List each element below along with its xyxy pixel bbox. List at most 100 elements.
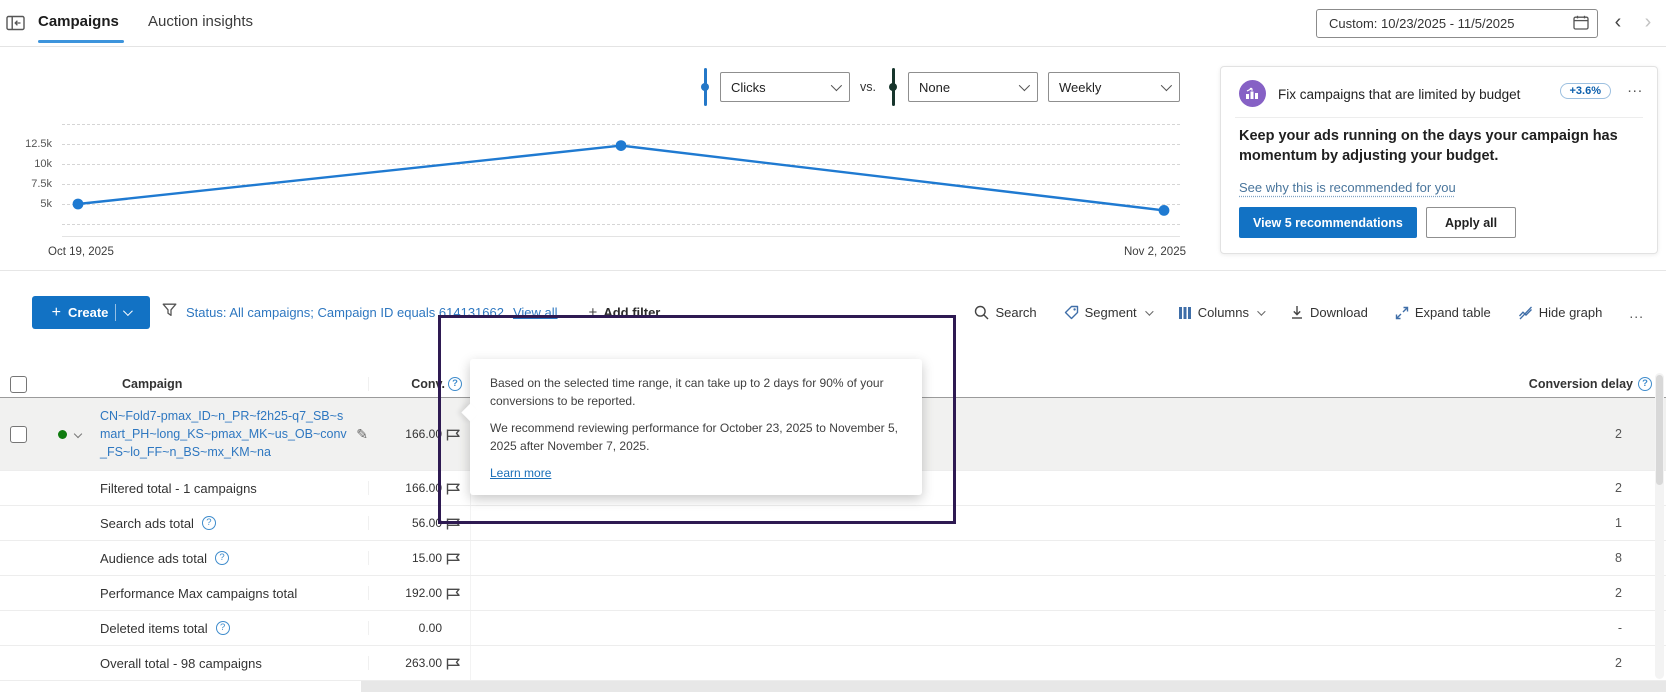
data-point[interactable] (1159, 205, 1170, 216)
tooltip-paragraph-1: Based on the selected time range, it can… (490, 374, 902, 410)
recommendation-title: Fix campaigns that are limited by budget (1278, 87, 1520, 102)
row-label: Overall total - 98 campaigns (100, 656, 262, 671)
hide-graph-button[interactable]: Hide graph (1518, 305, 1603, 320)
data-point[interactable] (616, 140, 627, 151)
status-chevron-icon[interactable] (74, 430, 82, 438)
granularity-select[interactable]: Weekly (1048, 72, 1180, 102)
x-axis-label-end: Nov 2, 2025 (1124, 246, 1186, 258)
columns-icon (1178, 306, 1192, 320)
tab-campaigns[interactable]: Campaigns (38, 13, 119, 30)
conv-value: 15.00 (412, 551, 442, 565)
conv-value: 166.00 (405, 427, 442, 441)
row-checkbox[interactable] (10, 426, 27, 443)
next-period-icon[interactable] (1638, 8, 1658, 37)
download-icon (1290, 305, 1304, 320)
row-label: Audience ads total (100, 551, 207, 566)
x-axis-label-start: Oct 19, 2025 (48, 246, 114, 258)
chevron-down-icon[interactable] (123, 306, 133, 316)
conversion-delay-help-icon[interactable] (1638, 377, 1652, 391)
column-header-conversion-delay[interactable]: Conversion delay (1529, 377, 1633, 391)
active-tab-underline (38, 40, 124, 43)
campaign-name-link[interactable]: CN~Fold7-pmax_ID~n_PR~f2h25-q7_SB~smart_… (100, 407, 348, 461)
search-label: Search (995, 305, 1036, 320)
vertical-scrollbar[interactable] (1655, 373, 1664, 679)
conv-value: 0.00 (419, 621, 442, 635)
why-recommended-link[interactable]: See why this is recommended for you (1239, 180, 1456, 195)
columns-button[interactable]: Columns (1178, 305, 1263, 320)
conversion-delay-flag-icon[interactable] (445, 587, 462, 600)
select-all-checkbox[interactable] (10, 376, 27, 393)
vs-label: vs. (860, 80, 876, 94)
uplift-badge[interactable]: +3.6% (1560, 83, 1612, 99)
conversion-delay-flag-icon[interactable] (445, 517, 462, 530)
calendar-icon (1573, 15, 1589, 33)
segment-label: Segment (1085, 305, 1137, 320)
columns-label: Columns (1198, 305, 1249, 320)
primary-metric-select[interactable]: Clicks (720, 72, 850, 102)
conversion-delay-value: 2 (1615, 656, 1622, 670)
expand-table-label: Expand table (1415, 305, 1491, 320)
conversion-delay-value: - (1618, 621, 1622, 635)
column-header-campaign[interactable]: Campaign (122, 377, 182, 391)
conv-value: 263.00 (405, 656, 442, 670)
apply-all-button[interactable]: Apply all (1426, 207, 1516, 238)
view-recommendations-button[interactable]: View 5 recommendations (1239, 207, 1417, 238)
date-range-picker[interactable]: Custom: 10/23/2025 - 11/5/2025 (1316, 9, 1598, 38)
conversion-delay-flag-icon[interactable] (445, 428, 462, 441)
help-icon[interactable] (215, 551, 229, 565)
row-label: Search ads total (100, 516, 194, 531)
help-icon[interactable] (202, 516, 216, 530)
download-button[interactable]: Download (1290, 305, 1368, 320)
recommendation-card: Fix campaigns that are limited by budget… (1220, 66, 1658, 254)
edit-pencil-icon[interactable]: ✎ (356, 426, 368, 443)
primary-metric-value: Clicks (731, 80, 766, 95)
scrollbar-thumb[interactable] (1656, 375, 1663, 485)
conversion-delay-flag-icon[interactable] (445, 482, 462, 495)
chevron-down-icon (831, 80, 842, 91)
create-label: Create (68, 305, 108, 320)
plus-icon (52, 304, 61, 322)
toolbar-more-icon[interactable]: ... (1629, 305, 1644, 321)
segment-icon (1064, 305, 1079, 320)
plus-icon (589, 304, 598, 321)
conversion-delay-value: 1 (1615, 516, 1622, 530)
add-filter-button[interactable]: Add filter (589, 304, 661, 321)
table-row-performance-max-total: Performance Max campaigns total 192.00 2 (0, 576, 1666, 611)
column-header-conv[interactable]: Conv. (411, 377, 445, 391)
help-icon[interactable] (216, 621, 230, 635)
table-row-overall-total: Overall total - 98 campaigns 263.00 2 (0, 646, 1666, 681)
search-button[interactable]: Search (974, 305, 1036, 320)
y-axis-tick-label: 10k (34, 158, 52, 170)
collapse-panel-icon[interactable] (6, 15, 26, 31)
active-filter-summary[interactable]: Status: All campaigns; Campaign ID equal… (186, 305, 504, 320)
conversion-delay-flag-icon[interactable] (445, 552, 462, 565)
secondary-metric-select[interactable]: None (908, 72, 1038, 102)
conv-help-icon[interactable] (448, 377, 462, 391)
create-button[interactable]: Create (32, 296, 150, 329)
conv-value: 192.00 (405, 586, 442, 600)
conversion-delay-flag-icon[interactable] (445, 657, 462, 670)
previous-period-icon[interactable] (1608, 8, 1628, 37)
view-all-link[interactable]: View all (513, 305, 558, 320)
horizontal-scrollbar[interactable] (361, 681, 1666, 692)
tab-auction-insights[interactable]: Auction insights (148, 13, 253, 30)
hide-graph-label: Hide graph (1539, 305, 1603, 320)
top-bar: Campaigns Auction insights Custom: 10/23… (0, 0, 1666, 47)
learn-more-link[interactable]: Learn more (490, 466, 551, 480)
data-point[interactable] (73, 199, 84, 210)
primary-metric-marker-icon (700, 68, 710, 106)
filter-bar: Status: All campaigns; Campaign ID equal… (162, 296, 660, 329)
section-divider (0, 270, 1666, 271)
conversion-delay-value: 8 (1615, 551, 1622, 565)
row-label: Performance Max campaigns total (100, 586, 297, 601)
table-row-audience-ads-total: Audience ads total 15.00 8 (0, 541, 1666, 576)
secondary-metric-value: None (919, 80, 950, 95)
conv-value: 56.00 (412, 516, 442, 530)
conv-value: 166.00 (405, 481, 442, 495)
row-label: Deleted items total (100, 621, 208, 636)
segment-button[interactable]: Segment (1064, 305, 1151, 320)
filter-funnel-icon (162, 303, 177, 322)
download-label: Download (1310, 305, 1368, 320)
card-more-icon[interactable]: ... (1627, 79, 1643, 96)
expand-table-button[interactable]: Expand table (1395, 305, 1491, 320)
